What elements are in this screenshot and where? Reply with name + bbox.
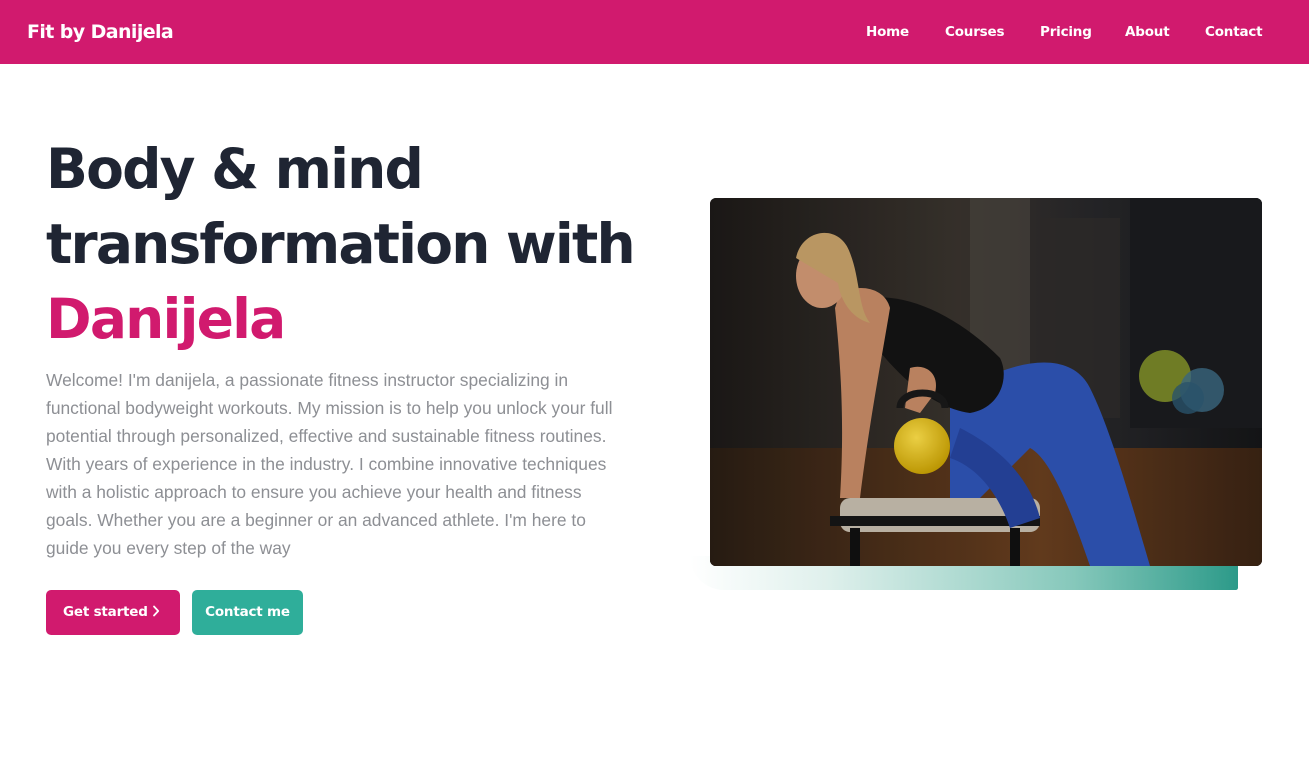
nav-link-courses[interactable]: Courses <box>945 22 1004 42</box>
chevron-right-icon <box>152 590 160 635</box>
main-nav: Home Courses Pricing About Contact <box>0 22 1309 42</box>
get-started-button[interactable]: Get started <box>46 590 180 635</box>
headline-line-2: transformation with <box>46 212 636 276</box>
headline-accent-name: Danijela <box>46 287 286 351</box>
nav-link-about[interactable]: About <box>1125 22 1170 42</box>
nav-link-home[interactable]: Home <box>866 22 909 42</box>
contact-me-button[interactable]: Contact me <box>192 590 303 635</box>
nav-link-pricing[interactable]: Pricing <box>1040 22 1092 42</box>
hero-intro-text: Welcome! I'm danijela, a passionate fitn… <box>46 370 613 558</box>
nav-link-contact[interactable]: Contact <box>1205 22 1263 42</box>
headline-line-1: Body & mind <box>46 137 424 201</box>
top-navbar: Fit by Danijela Home Courses Pricing Abo… <box>0 0 1309 64</box>
hero-photo-illustration <box>710 198 1262 566</box>
get-started-label: Get started <box>63 604 148 620</box>
hero-photo <box>710 198 1262 566</box>
hero-headline: Body & mind transformation with Danijela <box>46 132 666 357</box>
